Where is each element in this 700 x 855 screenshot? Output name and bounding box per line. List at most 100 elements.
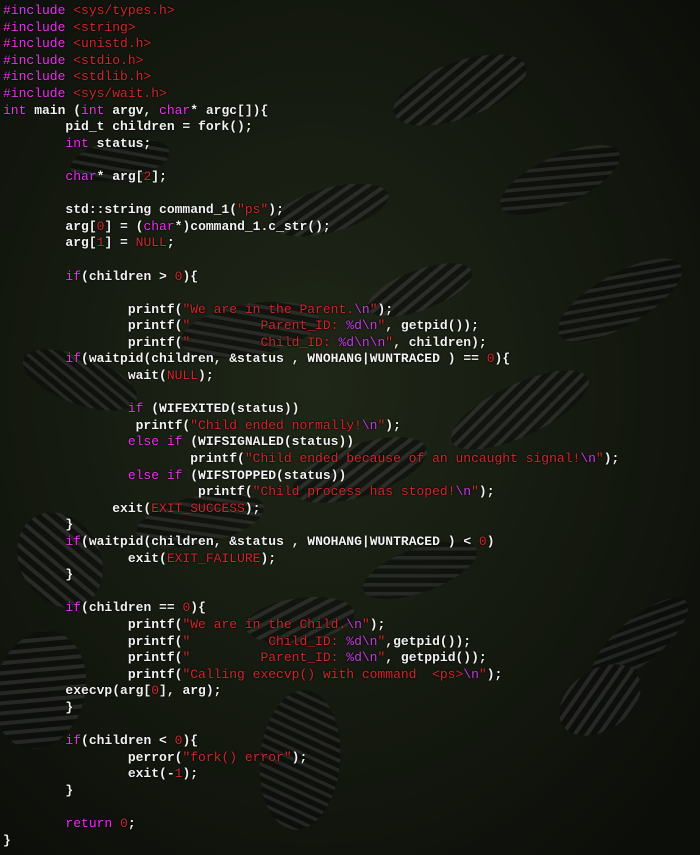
code-token: char — [159, 102, 191, 118]
code-token: NULL — [166, 368, 199, 384]
code-line: if (WIFEXITED(status)) — [3, 401, 698, 418]
code-token: ); — [182, 766, 199, 782]
code-line: } — [3, 783, 698, 800]
code-token: " — [478, 666, 487, 682]
code-token: 0 — [151, 683, 160, 699]
code-token: ] = ( — [104, 218, 144, 234]
code-line: else if (WIFSTOPPED(status)) — [3, 468, 698, 485]
code-token: %d\n — [346, 318, 378, 334]
code-line: exit(EXIT_FAILURE); — [3, 551, 698, 568]
code-line: #include <sys/types.h> — [3, 3, 698, 20]
code-line: #include <stdio.h> — [3, 53, 698, 70]
code-line: printf(" Child_ID: %d\n",getpid()); — [3, 634, 698, 651]
code-token: printf( — [3, 318, 183, 334]
code-line: return 0; — [3, 816, 698, 833]
code-token: ] = — [104, 235, 136, 251]
code-token: ; — [127, 816, 136, 832]
code-token: ){ — [182, 733, 199, 749]
code-token: printf( — [3, 451, 245, 467]
code-token: if — [65, 351, 82, 367]
code-token: printf( — [3, 301, 183, 317]
code-token: int — [81, 102, 105, 118]
code-token: "We are in the Child. — [182, 616, 347, 632]
code-token: WUNTRACED ) < — [369, 534, 479, 549]
code-token: "We are in the Parent. — [182, 301, 355, 317]
code-line: #include <sys/wait.h> — [3, 86, 698, 103]
code-line: if(children == 0){ — [3, 600, 698, 617]
code-block: #include <sys/types.h> #include <string> #… — [3, 3, 698, 853]
code-token: "Child ended because of an uncaught sign… — [244, 451, 581, 467]
code-token: #include — [3, 85, 74, 101]
code-token: exit( — [3, 500, 152, 516]
code-token: printf( — [3, 616, 183, 632]
code-token: arg[ — [3, 218, 97, 234]
code-token: " Parent_ID: — [182, 318, 347, 334]
code-token: return — [65, 816, 113, 832]
code-token: \n — [346, 616, 362, 632]
code-token: \n — [455, 484, 472, 500]
code-token: wait( — [3, 368, 167, 384]
code-token: \n — [463, 666, 479, 682]
code-token: | — [361, 534, 370, 549]
code-token: else if — [127, 434, 183, 450]
code-line: if(children > 0){ — [3, 269, 698, 286]
code-token: 0 — [120, 816, 128, 832]
code-token: " — [361, 616, 370, 632]
code-token: <sys/types.h> — [73, 3, 175, 18]
code-token: | — [361, 351, 370, 367]
code-token: (children < — [81, 733, 175, 749]
code-token: ; — [166, 235, 175, 251]
code-token: ); — [385, 417, 401, 433]
code-token: else if — [127, 467, 183, 483]
code-token: } — [3, 699, 74, 715]
code-token: if — [65, 733, 82, 749]
code-token: NULL — [135, 235, 167, 251]
code-token: *)command_1.c_str(); — [174, 218, 331, 234]
code-token: std::string command_1( — [3, 202, 238, 218]
code-token: " — [385, 334, 394, 350]
code-token: main ( — [26, 102, 82, 118]
code-token: \n — [361, 417, 378, 433]
code-token: } — [3, 832, 11, 848]
code-token: ); — [268, 202, 284, 218]
code-token: , getppid()); — [385, 650, 487, 666]
code-token: (WIFEXITED(status)) — [143, 401, 300, 417]
code-token: " — [471, 484, 479, 500]
code-token: if — [65, 534, 82, 549]
code-token: ){ — [494, 351, 511, 367]
code-line: } — [3, 833, 698, 850]
code-token: WUNTRACED ) == — [369, 351, 487, 367]
code-line: if(waitpid(children, &status , WNOHANG|W… — [3, 534, 698, 551]
code-token: %d\n\n — [338, 334, 386, 350]
code-line: arg[1] = NULL; — [3, 235, 698, 252]
code-token: , getpid()); — [385, 318, 479, 334]
code-token: <stdlib.h> — [73, 69, 152, 85]
code-token: if — [65, 600, 82, 616]
code-token: , children); — [393, 334, 487, 350]
code-token: "Child ended normally! — [190, 417, 362, 433]
code-token: " — [369, 301, 378, 317]
code-token: ){ — [182, 268, 199, 284]
code-token: 0 — [478, 534, 487, 549]
code-token: if — [65, 268, 82, 284]
code-line: char* arg[2]; — [3, 169, 698, 186]
code-line: printf("Child ended because of an uncaug… — [3, 451, 698, 468]
code-line: std::string command_1("ps"); — [3, 202, 698, 219]
